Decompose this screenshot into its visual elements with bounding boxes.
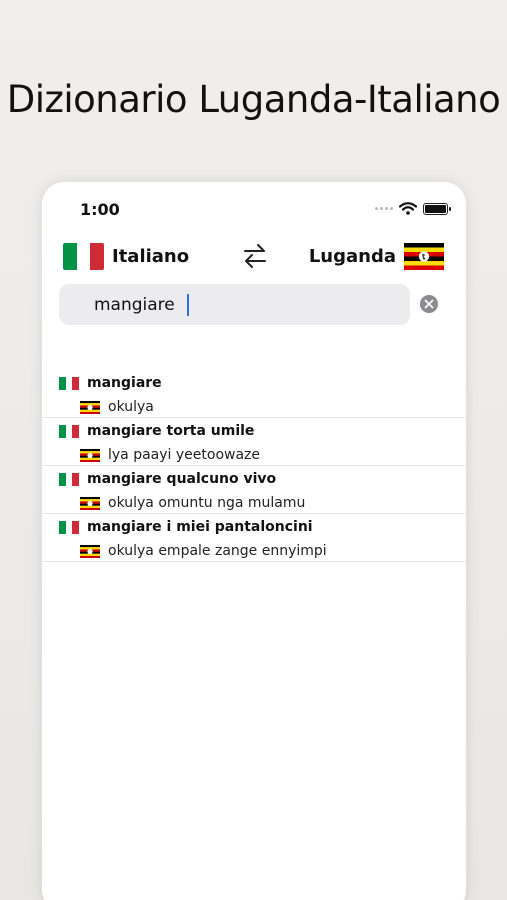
signal-dots-icon <box>375 207 393 210</box>
page-headline: Dizionario Luganda-Italiano <box>6 78 501 121</box>
italy-flag-icon <box>63 243 104 270</box>
result-translation: okulya <box>108 399 154 415</box>
result-item[interactable]: mangiare torta umile lya paayi yeetoowaz… <box>42 418 466 466</box>
status-bar: 1:00 <box>42 182 466 232</box>
clear-search-button[interactable] <box>420 295 438 313</box>
uganda-flag-icon <box>80 448 100 462</box>
result-term: mangiare torta umile <box>87 423 255 439</box>
result-term: mangiare <box>87 375 162 391</box>
result-term: mangiare qualcuno vivo <box>87 471 277 487</box>
swap-icon[interactable] <box>242 242 268 270</box>
italy-flag-icon <box>59 520 80 534</box>
wifi-icon <box>399 202 417 215</box>
clear-icon <box>424 299 434 309</box>
result-translation: okulya empale zange ennyimpi <box>108 543 327 559</box>
result-item[interactable]: mangiare qualcuno vivo okulya omuntu nga… <box>42 466 466 514</box>
result-translation: lya paayi yeetoowaze <box>108 447 260 463</box>
text-caret <box>187 294 189 316</box>
uganda-flag-icon <box>80 544 100 558</box>
results-list: mangiare okulya mangiare torta umile lya… <box>42 370 466 562</box>
result-item[interactable]: mangiare i miei pantaloncini okulya empa… <box>42 514 466 562</box>
language-bar: Italiano Luganda <box>42 240 466 276</box>
status-time: 1:00 <box>80 200 120 219</box>
search-field[interactable] <box>59 284 410 325</box>
italy-flag-icon <box>59 472 80 486</box>
phone-screen: 1:00 Italiano Luganda mangiare mangiare … <box>42 182 466 900</box>
result-term: mangiare i miei pantaloncini <box>87 519 313 535</box>
result-translation: okulya omuntu nga mulamu <box>108 495 306 511</box>
uganda-flag-icon <box>80 400 100 414</box>
uganda-flag-icon <box>404 243 444 270</box>
status-icons <box>375 202 451 215</box>
source-language-label[interactable]: Italiano <box>112 246 189 267</box>
search-input[interactable] <box>94 293 394 317</box>
result-item[interactable]: mangiare okulya <box>42 370 466 418</box>
uganda-flag-icon <box>80 496 100 510</box>
italy-flag-icon <box>59 424 80 438</box>
target-language-label[interactable]: Luganda <box>309 246 396 267</box>
battery-icon <box>423 202 451 215</box>
italy-flag-icon <box>59 376 80 390</box>
